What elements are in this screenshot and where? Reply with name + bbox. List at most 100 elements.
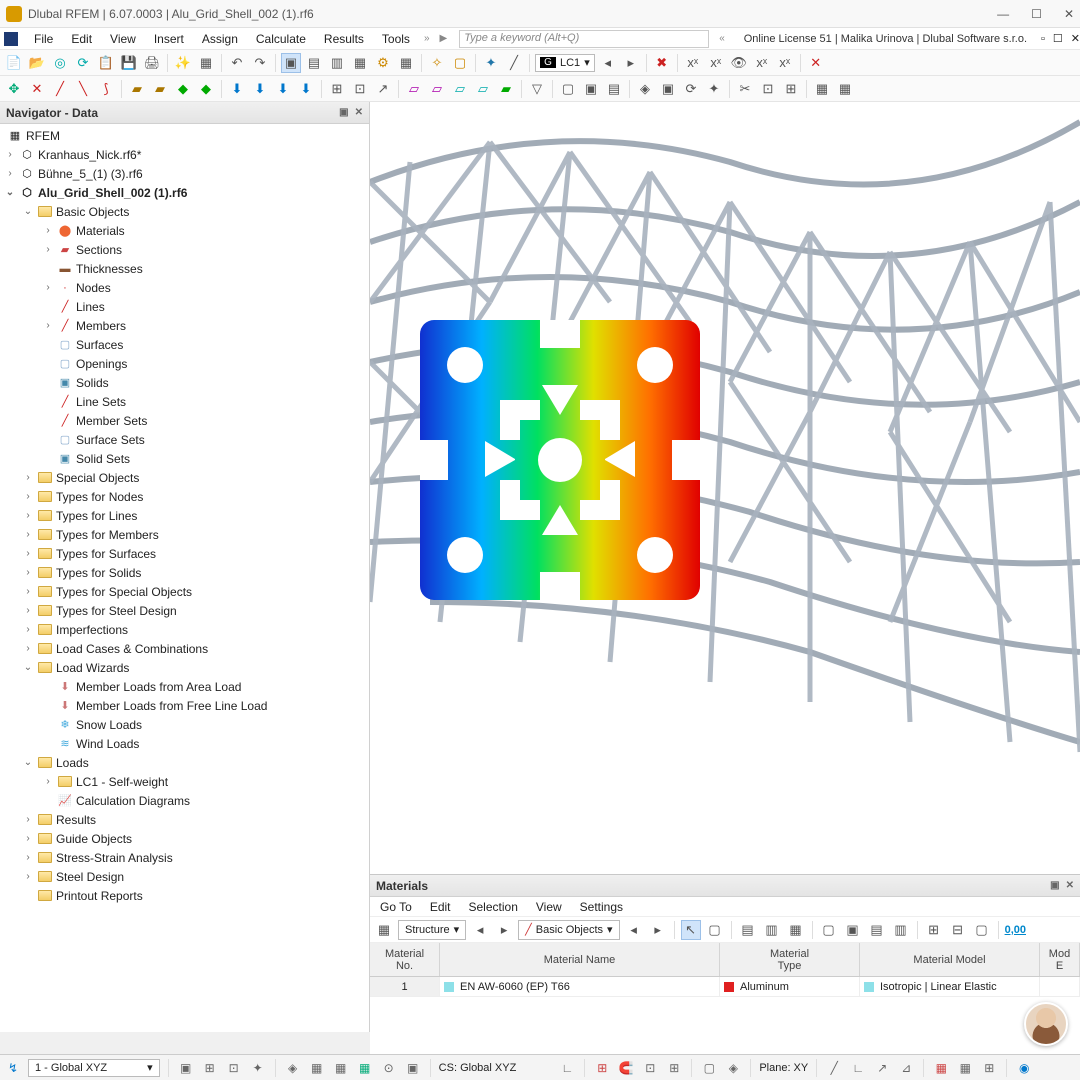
tree-item[interactable]: Types for Solids — [56, 566, 141, 580]
line-a-icon[interactable]: ╱ — [50, 79, 70, 99]
view-iso-icon[interactable]: ◈ — [635, 79, 655, 99]
dim-a-icon[interactable]: ⊞ — [327, 79, 347, 99]
view-3-icon[interactable]: ▥ — [327, 53, 347, 73]
menu-file[interactable]: File — [26, 30, 61, 48]
tree-root[interactable]: RFEM — [26, 129, 60, 143]
dim-z-icon[interactable]: xˣ — [752, 53, 772, 73]
mat-menu-settings[interactable]: Settings — [580, 900, 623, 914]
surf-b-icon[interactable]: ◆ — [196, 79, 216, 99]
search-input[interactable]: Type a keyword (Alt+Q) — [459, 30, 709, 48]
sb-grid-b-icon[interactable]: ▦ — [956, 1059, 974, 1077]
mat-g-icon[interactable]: ▥ — [891, 920, 911, 940]
sb-h-icon[interactable]: ▦ — [356, 1059, 374, 1077]
tree-item[interactable]: Thicknesses — [76, 262, 143, 276]
mat-menu-goto[interactable]: Go To — [380, 900, 412, 914]
grp-b-icon[interactable]: ▱ — [427, 79, 447, 99]
panel-close-icon[interactable]: ✕ — [1066, 880, 1074, 891]
delete-icon[interactable]: ✕ — [806, 53, 826, 73]
tree-item[interactable]: Steel Design — [56, 870, 124, 884]
tree-file[interactable]: Bühne_5_(1) (3).rf6 — [38, 167, 143, 181]
tree-item[interactable]: Types for Special Objects — [56, 585, 192, 599]
load-c-icon[interactable]: ⬇ — [273, 79, 293, 99]
view-2-icon[interactable]: ▤ — [304, 53, 324, 73]
maximize-button[interactable]: ☐ — [1031, 7, 1042, 21]
sb-c-icon[interactable]: ⊡ — [225, 1059, 243, 1077]
grp-c-icon[interactable]: ▱ — [450, 79, 470, 99]
dim-w-icon[interactable]: xˣ — [775, 53, 795, 73]
sect-b-icon[interactable]: ▰ — [150, 79, 170, 99]
sb-l-icon[interactable]: ▢ — [700, 1059, 718, 1077]
sb-f-icon[interactable]: ▦ — [308, 1059, 326, 1077]
view-axis-icon[interactable]: ✦ — [704, 79, 724, 99]
panel-pin-icon[interactable]: ▣ — [1050, 880, 1059, 891]
tree-item[interactable]: Sections — [76, 243, 122, 257]
cloud-icon[interactable]: ◎ — [50, 53, 70, 73]
support-icon[interactable]: ✖ — [652, 53, 672, 73]
mat-menu-edit[interactable]: Edit — [430, 900, 451, 914]
grid-a-icon[interactable]: ▦ — [812, 79, 832, 99]
surf-a-icon[interactable]: ◆ — [173, 79, 193, 99]
snap-c-icon[interactable]: ⊡ — [641, 1059, 659, 1077]
line-tool-icon[interactable]: ╱ — [504, 53, 524, 73]
select-icon[interactable]: ✥ — [4, 79, 24, 99]
grp-e-icon[interactable]: ▰ — [496, 79, 516, 99]
view-rot-icon[interactable]: ⟳ — [681, 79, 701, 99]
load-a-icon[interactable]: ⬇ — [227, 79, 247, 99]
minimize-button[interactable]: — — [997, 7, 1009, 21]
mat-cursor-icon[interactable]: ↖ — [681, 920, 701, 940]
view-4-icon[interactable]: ▦ — [350, 53, 370, 73]
tree-item[interactable]: Surfaces — [76, 338, 123, 352]
clip-a-icon[interactable]: ✂ — [735, 79, 755, 99]
tree-item[interactable]: Wind Loads — [76, 737, 139, 751]
tree-item[interactable]: Load Cases & Combinations — [56, 642, 208, 656]
dim-y-icon[interactable]: xˣ — [706, 53, 726, 73]
clip-b-icon[interactable]: ⊡ — [758, 79, 778, 99]
snap-b-icon[interactable]: 🧲 — [617, 1059, 635, 1077]
tree-item[interactable]: Imperfections — [56, 623, 128, 637]
tree-item[interactable]: LC1 - Self-weight — [76, 775, 168, 789]
sb-g-icon[interactable]: ▦ — [332, 1059, 350, 1077]
menu-calculate[interactable]: Calculate — [248, 30, 314, 48]
tree-item[interactable]: Openings — [76, 357, 127, 371]
tree-item[interactable]: Solids — [76, 376, 109, 390]
sb-d-icon[interactable]: ✦ — [249, 1059, 267, 1077]
menu-overflow[interactable]: » — [420, 33, 434, 44]
mat-i-icon[interactable]: ⊟ — [948, 920, 968, 940]
navigator-tree[interactable]: ▦RFEM ›⬡Kranhaus_Nick.rf6* ›⬡Bühne_5_(1)… — [0, 124, 369, 1032]
menu-edit[interactable]: Edit — [63, 30, 100, 48]
lc-next-icon[interactable]: ▸ — [621, 53, 641, 73]
sb-m-icon[interactable]: ◈ — [724, 1059, 742, 1077]
sb-n-icon[interactable]: ╱ — [825, 1059, 843, 1077]
structure-dropdown[interactable]: Structure▾ — [398, 920, 466, 940]
cs-dropdown[interactable]: 1 - Global XYZ▾ — [28, 1059, 160, 1077]
mat-next-icon[interactable]: ▸ — [494, 920, 514, 940]
filter-icon[interactable]: ▽ — [527, 79, 547, 99]
tree-item[interactable]: Snow Loads — [76, 718, 142, 732]
arc-icon[interactable]: ⟆ — [96, 79, 116, 99]
open-icon[interactable]: 📂 — [27, 53, 47, 73]
table-icon[interactable]: ▦ — [196, 53, 216, 73]
win-c-icon[interactable]: ▤ — [604, 79, 624, 99]
sb-a-icon[interactable]: ▣ — [177, 1059, 195, 1077]
tree-basic-objects[interactable]: Basic Objects — [56, 205, 129, 219]
menu-view[interactable]: View — [102, 30, 144, 48]
new-icon[interactable]: 📄 — [4, 53, 24, 73]
node-tool-icon[interactable]: ✦ — [481, 53, 501, 73]
tree-item[interactable]: Calculation Diagrams — [76, 794, 190, 808]
app-menu-icon[interactable] — [4, 32, 18, 46]
sb-grid-a-icon[interactable]: ▦ — [932, 1059, 950, 1077]
mat-prev2-icon[interactable]: ◂ — [624, 920, 644, 940]
sb-b-icon[interactable]: ⊞ — [201, 1059, 219, 1077]
mat-box-icon[interactable]: ▢ — [705, 920, 725, 940]
tree-item[interactable]: Nodes — [76, 281, 111, 295]
grp-d-icon[interactable]: ▱ — [473, 79, 493, 99]
tree-item[interactable]: Member Sets — [76, 414, 147, 428]
mat-j-icon[interactable]: ▢ — [972, 920, 992, 940]
loadcase-selector[interactable]: GLC1▾ — [535, 54, 595, 72]
sb-q-icon[interactable]: ⊿ — [897, 1059, 915, 1077]
sb-p-icon[interactable]: ↗ — [873, 1059, 891, 1077]
menu-insert[interactable]: Insert — [146, 30, 192, 48]
mat-b-icon[interactable]: ▥ — [762, 920, 782, 940]
basic-objects-dropdown[interactable]: ╱Basic Objects▾ — [518, 920, 619, 940]
menu-assign[interactable]: Assign — [194, 30, 246, 48]
